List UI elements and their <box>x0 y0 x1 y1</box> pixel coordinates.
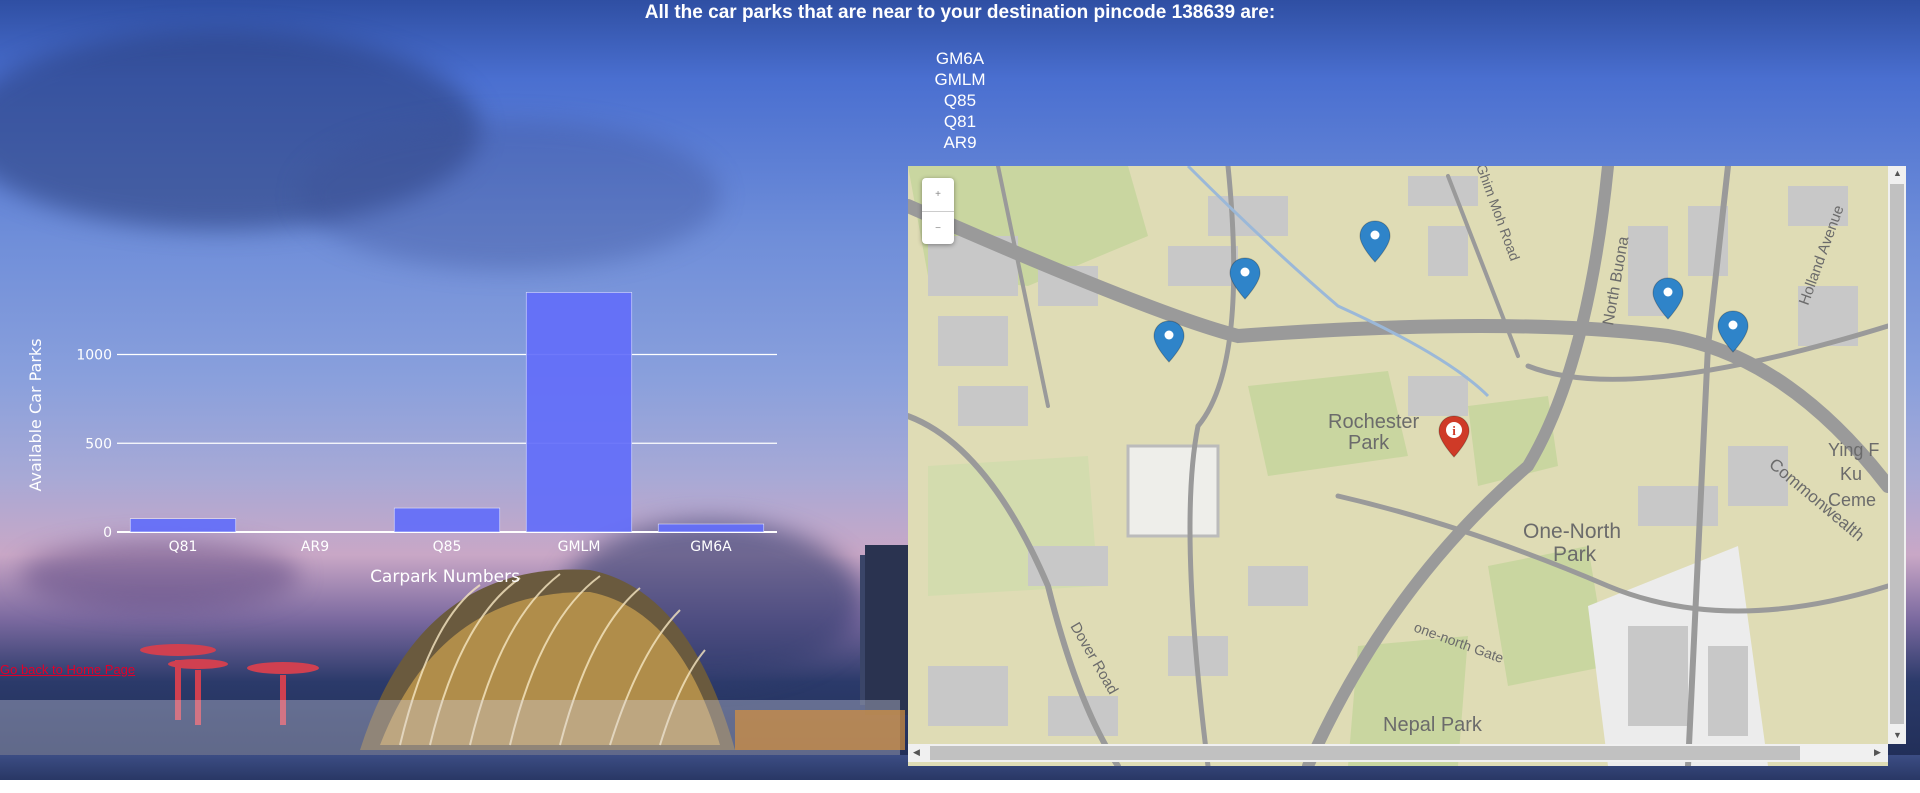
map-vertical-scrollbar[interactable]: ▲ ▼ <box>1888 166 1906 744</box>
x-axis-title: Carpark Numbers <box>370 567 520 587</box>
y-axis-title: Available Car Parks <box>26 338 45 491</box>
x-tick-label: AR9 <box>301 539 329 555</box>
list-item: Q81 <box>943 112 977 131</box>
svg-text:i: i <box>1452 423 1456 438</box>
scroll-left-icon[interactable]: ◀ <box>913 747 920 758</box>
map-label: One-North <box>1523 520 1621 543</box>
list-item: Q85 <box>943 91 977 110</box>
bar-q81[interactable] <box>129 518 237 533</box>
home-link[interactable]: Go back to Home Page <box>0 662 135 677</box>
scroll-down-icon[interactable]: ▼ <box>1893 730 1902 740</box>
y-tick-label: 500 <box>85 436 112 452</box>
list-item: AR9 <box>943 133 977 152</box>
map-label: Rochester <box>1328 411 1419 433</box>
x-tick-label: GM6A <box>690 539 732 555</box>
x-tick-label: GMLM <box>558 539 601 555</box>
scroll-thumb[interactable] <box>930 746 1800 760</box>
map-horizontal-scrollbar[interactable]: ◀ ▶ <box>908 744 1888 762</box>
zoom-in-button[interactable]: + <box>922 178 954 212</box>
page-heading: All the car parks that are near to your … <box>644 2 1276 23</box>
bar-gm6a[interactable] <box>657 523 765 533</box>
scroll-up-icon[interactable]: ▲ <box>1893 168 1902 178</box>
x-tick-label: Q85 <box>433 539 462 555</box>
bar-gmlm[interactable] <box>525 292 633 533</box>
bar-chart: Q81 AR9 Q85 GMLM GM6A 0 500 1000 Carpark Numbe… <box>26 292 777 587</box>
scroll-right-icon[interactable]: ▶ <box>1874 747 1881 758</box>
map-label: Ying F <box>1828 440 1879 460</box>
list-item: GMLM <box>934 70 986 89</box>
list-item: GM6A <box>935 49 985 68</box>
zoom-control: + − <box>922 178 954 244</box>
scroll-thumb[interactable] <box>1890 184 1904 724</box>
bar-q85[interactable] <box>393 507 501 533</box>
y-tick-label: 1000 <box>76 348 112 364</box>
map-tiles: Rochester Park One-North Park Nepal Park… <box>908 166 1888 766</box>
map-label: Ceme <box>1828 490 1876 510</box>
y-tick-label: 0 <box>103 525 112 541</box>
map-label: Ku <box>1840 464 1862 484</box>
x-tick-label: Q81 <box>169 539 198 555</box>
carpark-list: GM6A GMLM Q85 Q81 AR9 <box>934 48 986 153</box>
map-label: Nepal Park <box>1383 714 1483 736</box>
map-label: Park <box>1348 432 1390 454</box>
zoom-out-button[interactable]: − <box>922 212 954 245</box>
map-label: Park <box>1553 543 1597 566</box>
map-view[interactable]: Rochester Park One-North Park Nepal Park… <box>908 166 1888 766</box>
